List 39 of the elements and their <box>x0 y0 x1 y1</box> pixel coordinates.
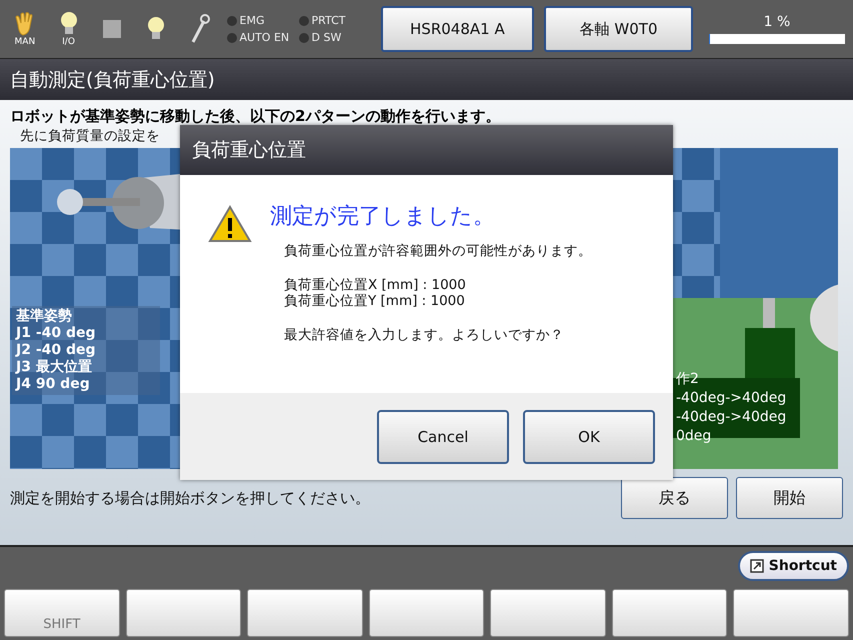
motion-caption: 作2 -40deg->40deg -40deg->40deg 0deg <box>676 370 786 446</box>
dialog-heading: 測定が完了しました。 <box>270 203 496 231</box>
action-button[interactable]: 開始 <box>736 477 843 519</box>
function-key[interactable] <box>247 589 363 637</box>
dialog-value: 負荷重心位置Y [mm] : 1000 <box>283 293 466 309</box>
light-bulb-icon <box>60 11 78 37</box>
dialog-question: 最大許容値を入力します。よろしいですか？ <box>283 327 565 343</box>
function-key[interactable] <box>368 589 484 637</box>
dialog-message: 負荷重心位置が許容範囲外の可能性があります。 <box>283 243 592 259</box>
warning-icon <box>208 205 252 243</box>
icon-label: I/O <box>62 37 75 47</box>
indicator-label: D SW <box>312 31 342 44</box>
square-icon <box>103 20 122 38</box>
shortcut-icon <box>750 559 764 573</box>
toolbar-button[interactable]: 各軸 W0T0 <box>544 6 693 52</box>
instruction-text: ロボットが基準姿勢に移動した後、以下の2パターンの動作を行います。 <box>10 106 502 126</box>
toolbar-button[interactable]: HSR048A1 A <box>380 6 534 52</box>
function-key[interactable] <box>612 589 728 637</box>
function-key[interactable]: SHIFT <box>4 589 120 637</box>
instruction-text: 先に負荷質量の設定を <box>19 127 161 146</box>
progress-reading: 1 % <box>764 14 790 30</box>
indicator-label: PRTCT <box>312 14 346 27</box>
function-key[interactable] <box>126 589 242 637</box>
function-key[interactable] <box>733 589 850 637</box>
status-message: 測定を開始する場合は開始ボタンを押してください。 <box>10 488 371 508</box>
function-key[interactable] <box>490 589 606 637</box>
shortcut-button[interactable]: Shortcut <box>738 551 849 581</box>
dialog-button[interactable]: Cancel <box>377 410 509 464</box>
wrench-icon <box>190 14 210 44</box>
icon-label: MAN <box>14 37 36 47</box>
light-bulb-icon <box>146 16 165 42</box>
dialog-value: 負荷重心位置X [mm] : 1000 <box>283 277 467 293</box>
screen-title: 自動測定(負荷重心位置) <box>0 58 853 100</box>
dialog-button[interactable]: OK <box>523 410 655 464</box>
dialog-title: 負荷重心位置 <box>180 125 673 175</box>
action-button[interactable]: 戻る <box>621 477 728 519</box>
pose-caption: 基準姿勢 J1 -40 deg J2 -40 deg J3 最大位置 J4 90 deg <box>12 306 160 395</box>
indicator-label: EMG <box>240 14 264 27</box>
indicator-label: AUTO EN <box>240 31 290 44</box>
